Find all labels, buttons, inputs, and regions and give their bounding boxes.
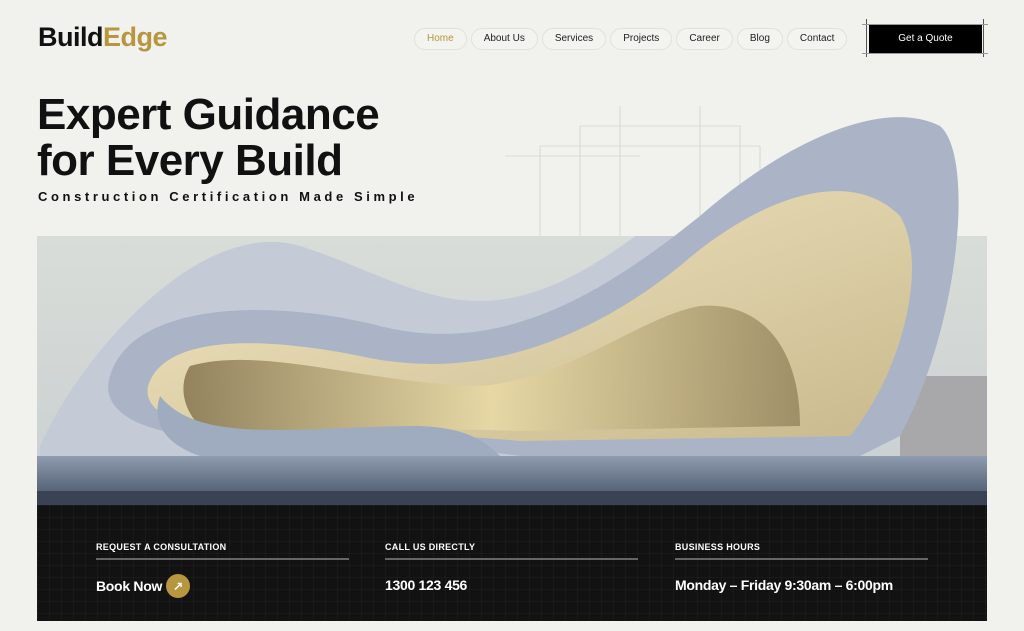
logo[interactable]: BuildEdge bbox=[38, 22, 168, 53]
nav-services[interactable]: Services bbox=[541, 28, 607, 50]
book-now-link[interactable]: Book Now ↗ bbox=[96, 574, 349, 598]
business-hours: Monday – Friday 9:30am – 6:00pm bbox=[675, 577, 893, 593]
consultation-block: REQUEST A CONSULTATION Book Now ↗ bbox=[96, 542, 349, 598]
nav-blog[interactable]: Blog bbox=[736, 28, 783, 50]
phone-number-link[interactable]: 1300 123 456 bbox=[385, 577, 638, 593]
hero-subtitle: Construction Certification Made Simple bbox=[38, 189, 419, 204]
nav-home[interactable]: Home bbox=[414, 28, 467, 50]
main-nav: Home About Us Services Projects Career B… bbox=[414, 28, 848, 50]
hours-block: BUSINESS HOURS Monday – Friday 9:30am – … bbox=[675, 542, 928, 593]
info-panel: REQUEST A CONSULTATION Book Now ↗ CALL US… bbox=[37, 505, 987, 621]
corner-mark bbox=[862, 53, 988, 54]
phone-block: CALL US DIRECTLY 1300 123 456 bbox=[385, 542, 638, 593]
nav-contact[interactable]: Contact bbox=[786, 28, 848, 50]
nav-career[interactable]: Career bbox=[676, 28, 733, 50]
get-a-quote-button[interactable]: Get a Quote bbox=[869, 25, 982, 53]
nav-about-us[interactable]: About Us bbox=[470, 28, 538, 50]
nav-projects[interactable]: Projects bbox=[610, 28, 673, 50]
page-title: Expert Guidance for Every Build bbox=[37, 90, 380, 185]
arrow-up-right-icon[interactable]: ↗ bbox=[166, 574, 191, 598]
